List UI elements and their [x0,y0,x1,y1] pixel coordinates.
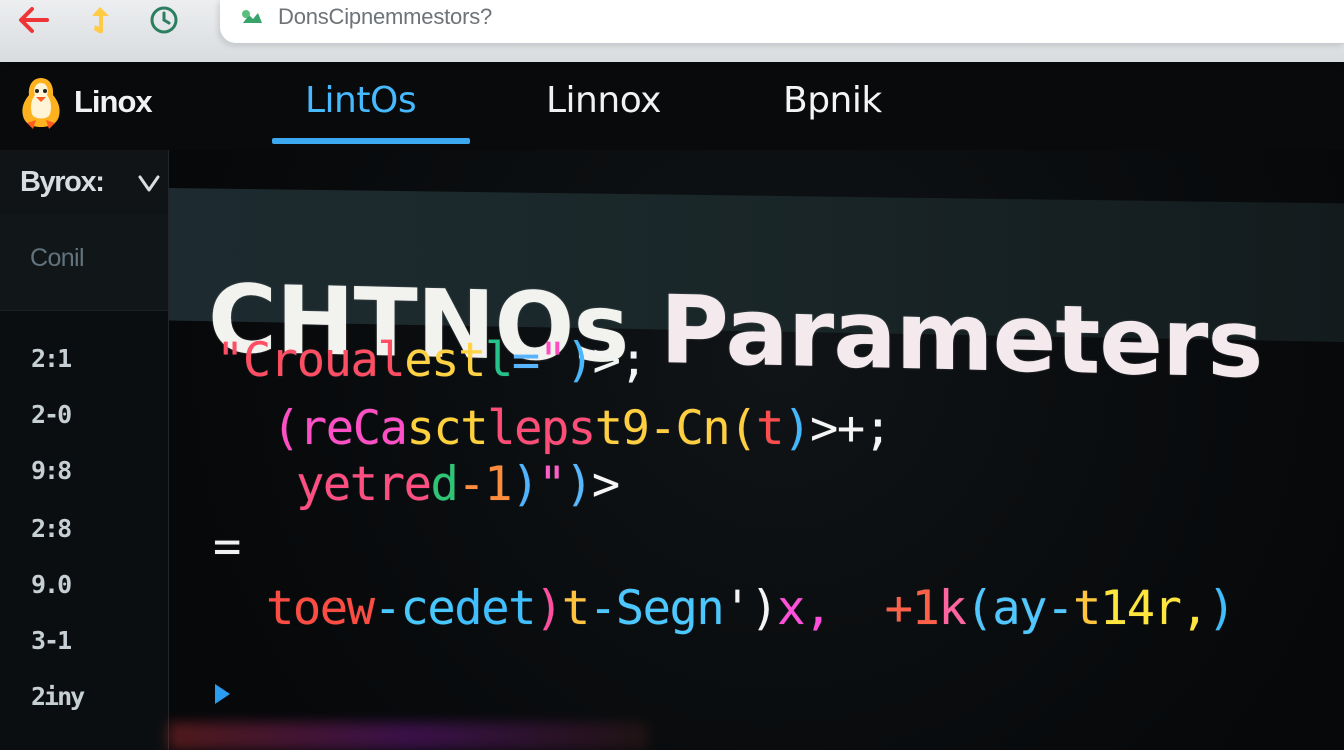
code-token: t [561,581,590,636]
line-number: 3-1 [31,626,72,655]
secure-site-icon [242,10,262,23]
code-line: "Croualestl=")>; [216,333,648,388]
sidebar-item-conil[interactable]: Conil [0,214,168,311]
app-screen: DonsCipnemmestors? Linox LintOs Linnox B… [0,0,1344,750]
code-line: yetred-1)")> [296,457,620,512]
tab-linnox[interactable]: Linnox [546,80,661,121]
code-token: -1 [457,457,512,512]
code-token: toew [266,581,375,636]
code-line: = [213,519,241,574]
code-token: >; [592,333,648,388]
line-number: 9.0 [31,570,72,599]
sidebar-select[interactable]: Byrox: [0,150,168,215]
code-line: (reCasctlepst9-Cn(t)>+; [272,401,892,456]
code-token: (ay- [965,581,1074,636]
forward-icon [92,7,109,34]
play-marker-icon [215,684,230,704]
code-editor[interactable]: "Croualestl=")>; (reCasctlepst9-Cn(t)>+;… [168,330,1344,750]
line-number: 2-0 [31,400,72,429]
code-token: ) [1207,581,1235,636]
code-token: t [756,401,784,456]
sidebar-select-label: Byrox: [20,166,105,198]
code-token: ) [565,457,593,512]
line-number: 9:8 [31,456,72,485]
brand-name: Linox [74,84,153,119]
code-token: >+; [809,401,892,456]
tab-bpnik[interactable]: Bpnik [783,80,882,121]
code-token: > [591,457,620,512]
code-token: t9-Cn( [594,401,758,456]
code-token: = [213,519,241,574]
code-token: ') [723,581,778,636]
code-token: x, [777,581,832,636]
code-line: toew-cedet)t-Segn')x, +1k(ay-t14r,) [266,581,1236,636]
linux-penguin-logo-icon [22,78,60,129]
forward-button[interactable] [80,4,124,36]
code-token: = [511,333,540,388]
back-button[interactable] [12,4,56,36]
code-token: d [430,457,458,512]
code-token: yetre [296,457,432,512]
reload-button[interactable] [142,4,186,36]
code-token: " [538,457,566,512]
code-token: +1 [830,581,940,636]
code-token: " [538,333,567,388]
code-token: 14r, [1099,581,1209,636]
sidebar-item-label: Conil [30,244,85,272]
code-token: t [1072,581,1101,636]
code-token: ) [511,457,539,512]
code-token: ) [783,401,811,456]
code-token: sct [406,401,488,456]
code-token: -ce [373,581,456,636]
code-token: ) [565,333,594,388]
browser-toolbar: DonsCipnemmestors? [0,0,1344,62]
code-token: -Segn [588,581,725,636]
code-token: det [454,581,536,636]
chevron-down-icon [138,175,160,192]
code-token: ) [535,581,563,636]
active-tab-indicator [272,138,470,144]
code-token: k [938,581,966,636]
sidebar: Byrox: Conil 2:1 2-0 9:8 2:8 9.0 3-1 2in… [0,150,169,750]
line-number: 2iny [31,682,85,711]
app-header: Linox LintOs Linnox Bpnik [0,62,1344,150]
code-token: (reCa [272,401,408,456]
reload-icon [150,6,178,34]
address-text: DonsCipnemmestors? [278,4,493,29]
back-arrow-icon [19,7,49,33]
line-number: 2:8 [31,514,72,543]
code-token: l [484,333,513,388]
line-number: 2:1 [31,344,72,373]
code-token: "Croual [216,333,406,388]
code-token: leps [487,401,596,456]
code-token: est [404,333,486,388]
tab-lintos[interactable]: LintOs [305,80,417,121]
address-bar[interactable]: DonsCipnemmestors? [220,0,1344,44]
